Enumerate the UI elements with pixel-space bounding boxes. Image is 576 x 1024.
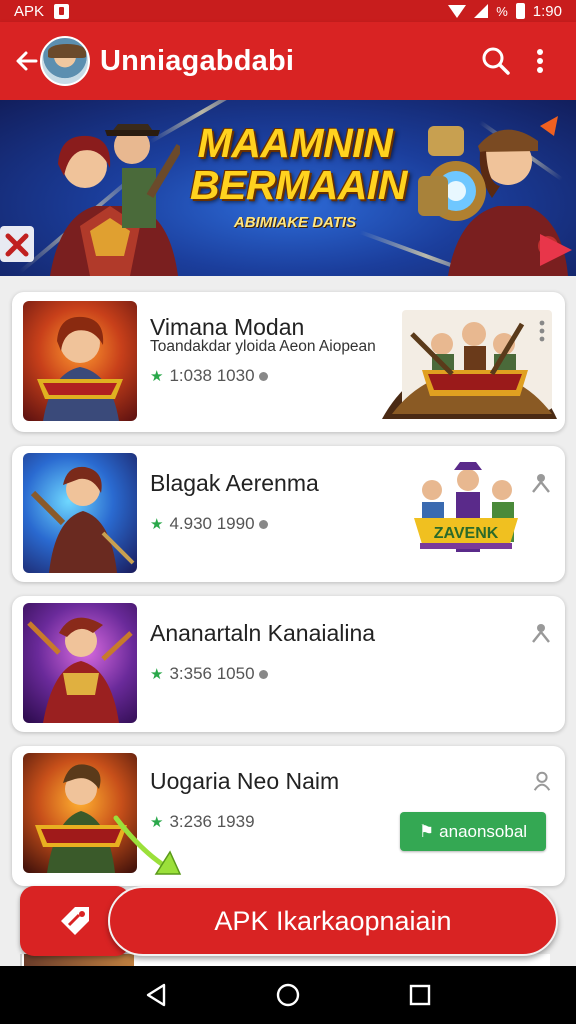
download-icon	[258, 519, 268, 529]
flag-icon	[540, 234, 572, 266]
app-title: Vimana Modan	[150, 314, 305, 340]
app-thumbnail	[23, 301, 137, 421]
banner-headline: MAAMNIN BERMAAIN ABIMIAKE DATIS	[190, 120, 407, 231]
close-x-icon[interactable]	[0, 220, 40, 268]
app-card[interactable]: Uogaria Neo Naim ★ 3:236 1939 ⚑ anaonsob…	[12, 746, 565, 886]
star-icon: ★	[150, 666, 164, 683]
app-subtitle: Toandakdar yloida Aeon Aiopean	[150, 338, 376, 355]
search-icon[interactable]	[474, 39, 518, 83]
app-card[interactable]: Vimana Modan Toandakdar yloida Aeon Aiop…	[12, 292, 565, 432]
battery-percent: %	[496, 3, 508, 19]
rating-value: 3:356 1050	[169, 664, 255, 683]
more-vert-icon[interactable]	[518, 39, 562, 83]
flag-icon: ⚑	[418, 821, 435, 841]
install-label: anaonsobal	[439, 821, 528, 841]
app-art-text: ZAVENK	[434, 525, 499, 542]
app-title: Blagak Aerenma	[150, 470, 319, 496]
person-outline-icon[interactable]	[531, 770, 553, 792]
app-bar: Unniagabdabi	[0, 22, 576, 100]
carrier-label: APK	[14, 2, 45, 20]
person-icon[interactable]	[531, 472, 551, 494]
signal-icon	[474, 4, 489, 18]
app-thumbnail	[23, 453, 137, 573]
download-icon	[258, 371, 268, 381]
pointer-arrow-icon	[113, 815, 182, 875]
status-bar: APK % 1:90	[0, 0, 576, 22]
screen: APK % 1:90 Unniagabdabi MAAMNIN BERMAAIN…	[0, 0, 576, 1024]
tag-icon	[61, 907, 89, 935]
clock: 1:90	[532, 2, 562, 20]
more-vert-icon[interactable]	[535, 320, 549, 342]
app-rating: ★ 1:038 1030	[150, 366, 268, 386]
banner-title-line2: BERMAAIN	[190, 162, 407, 208]
back-arrow-icon[interactable]	[14, 48, 40, 74]
banner-subtitle: ABIMIAKE DATIS	[233, 214, 357, 231]
notification-icon	[54, 3, 70, 19]
app-card[interactable]: Ananartaln Kanaialina ★ 3:356 1050	[12, 596, 565, 732]
rating-value: 4.930 1990	[169, 514, 255, 533]
avatar[interactable]	[40, 36, 90, 86]
app-art-illustration	[382, 310, 557, 419]
back-triangle-icon[interactable]	[136, 975, 176, 1015]
star-icon: ★	[150, 368, 164, 385]
person-icon[interactable]	[531, 622, 551, 644]
app-title: Unniagabdabi	[100, 44, 295, 77]
app-rating: ★ 3:356 1050	[150, 664, 268, 684]
wifi-icon	[448, 4, 467, 18]
promo-banner[interactable]: MAAMNIN BERMAAIN ABIMIAKE DATIS	[0, 100, 576, 276]
apk-download-button[interactable]: APK Ikarkaopnaiain	[108, 886, 558, 956]
app-art-illustration: ZAVENK	[414, 462, 518, 552]
banner-title-line1: MAAMNIN	[197, 120, 393, 166]
hero-left-illustration	[50, 124, 180, 276]
download-icon	[258, 669, 268, 679]
app-title: Ananartaln Kanaialina	[150, 620, 376, 646]
battery-icon	[515, 3, 525, 19]
app-card[interactable]: Blagak Aerenma ★ 4.930 1990 ZAVENK	[12, 446, 565, 582]
apk-cta: APK Ikarkaopnaiain	[20, 886, 560, 956]
system-nav-bar	[0, 966, 576, 1024]
home-circle-icon[interactable]	[268, 975, 308, 1015]
app-title: Uogaria Neo Naim	[150, 768, 340, 794]
rating-value: 1:038 1030	[169, 366, 255, 385]
app-rating: ★ 4.930 1990	[150, 514, 268, 534]
recents-square-icon[interactable]	[400, 975, 440, 1015]
app-thumbnail	[23, 603, 137, 723]
star-icon: ★	[150, 516, 164, 533]
install-button[interactable]: ⚑ anaonsobal	[400, 812, 546, 851]
